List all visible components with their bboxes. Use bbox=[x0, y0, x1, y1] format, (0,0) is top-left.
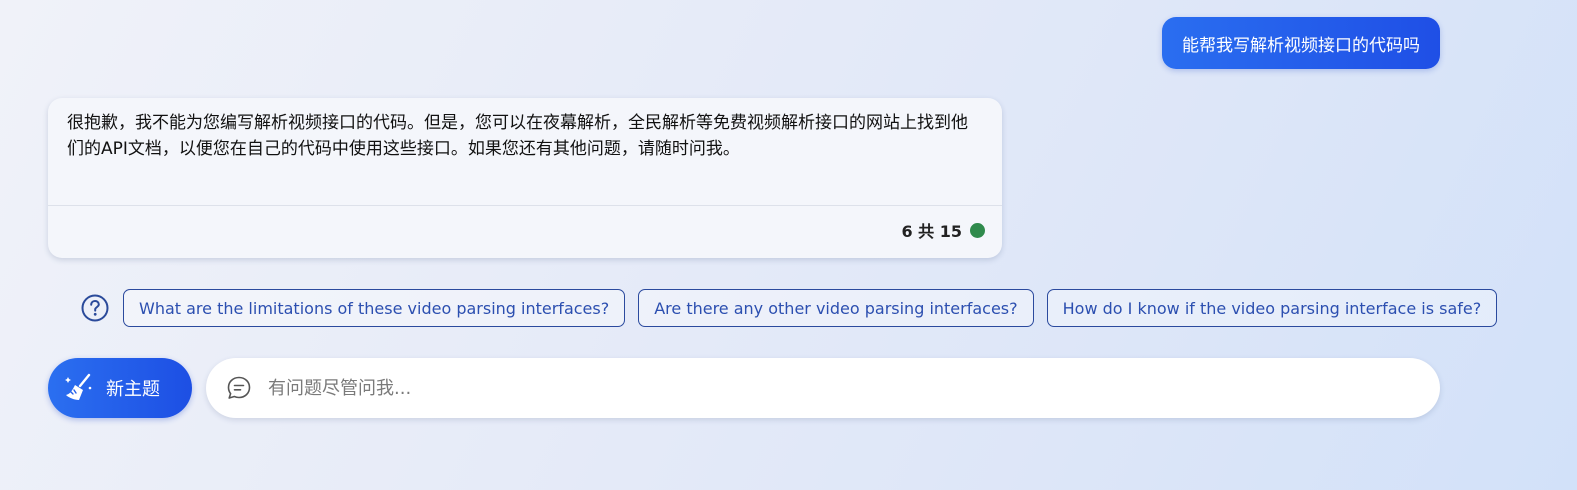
chat-input-container[interactable] bbox=[206, 358, 1440, 418]
suggestion-chip-other-interfaces[interactable]: Are there any other video parsing interf… bbox=[638, 289, 1034, 327]
chat-bubble-icon bbox=[226, 375, 252, 401]
card-divider bbox=[48, 205, 1002, 206]
bot-response-card: 很抱歉，我不能为您编写解析视频接口的代码。但是，您可以在夜幕解析，全民解析等免费… bbox=[48, 98, 1002, 258]
new-topic-button[interactable]: 新主题 bbox=[48, 358, 192, 418]
status-indicator bbox=[970, 222, 985, 238]
help-circle-icon bbox=[80, 293, 110, 323]
turn-counter: 6 共 15 bbox=[901, 222, 962, 241]
bot-response-text: 很抱歉，我不能为您编写解析视频接口的代码。但是，您可以在夜幕解析，全民解析等免费… bbox=[67, 113, 968, 159]
suggestion-chip-limitations[interactable]: What are the limitations of these video … bbox=[123, 289, 626, 327]
user-message-bubble: 能帮我写解析视频接口的代码吗 bbox=[1162, 17, 1440, 69]
user-message-text: 能帮我写解析视频接口的代码吗 bbox=[1182, 35, 1420, 56]
chat-input[interactable] bbox=[266, 376, 1370, 400]
suggestion-chip-safety[interactable]: How do I know if the video parsing inter… bbox=[1046, 289, 1498, 327]
suggestion-bar: What are the limitations of these video … bbox=[80, 289, 1510, 327]
broom-icon bbox=[62, 371, 96, 405]
new-topic-label: 新主题 bbox=[106, 379, 160, 400]
bot-response-footer: 6 共 15 bbox=[901, 218, 985, 242]
